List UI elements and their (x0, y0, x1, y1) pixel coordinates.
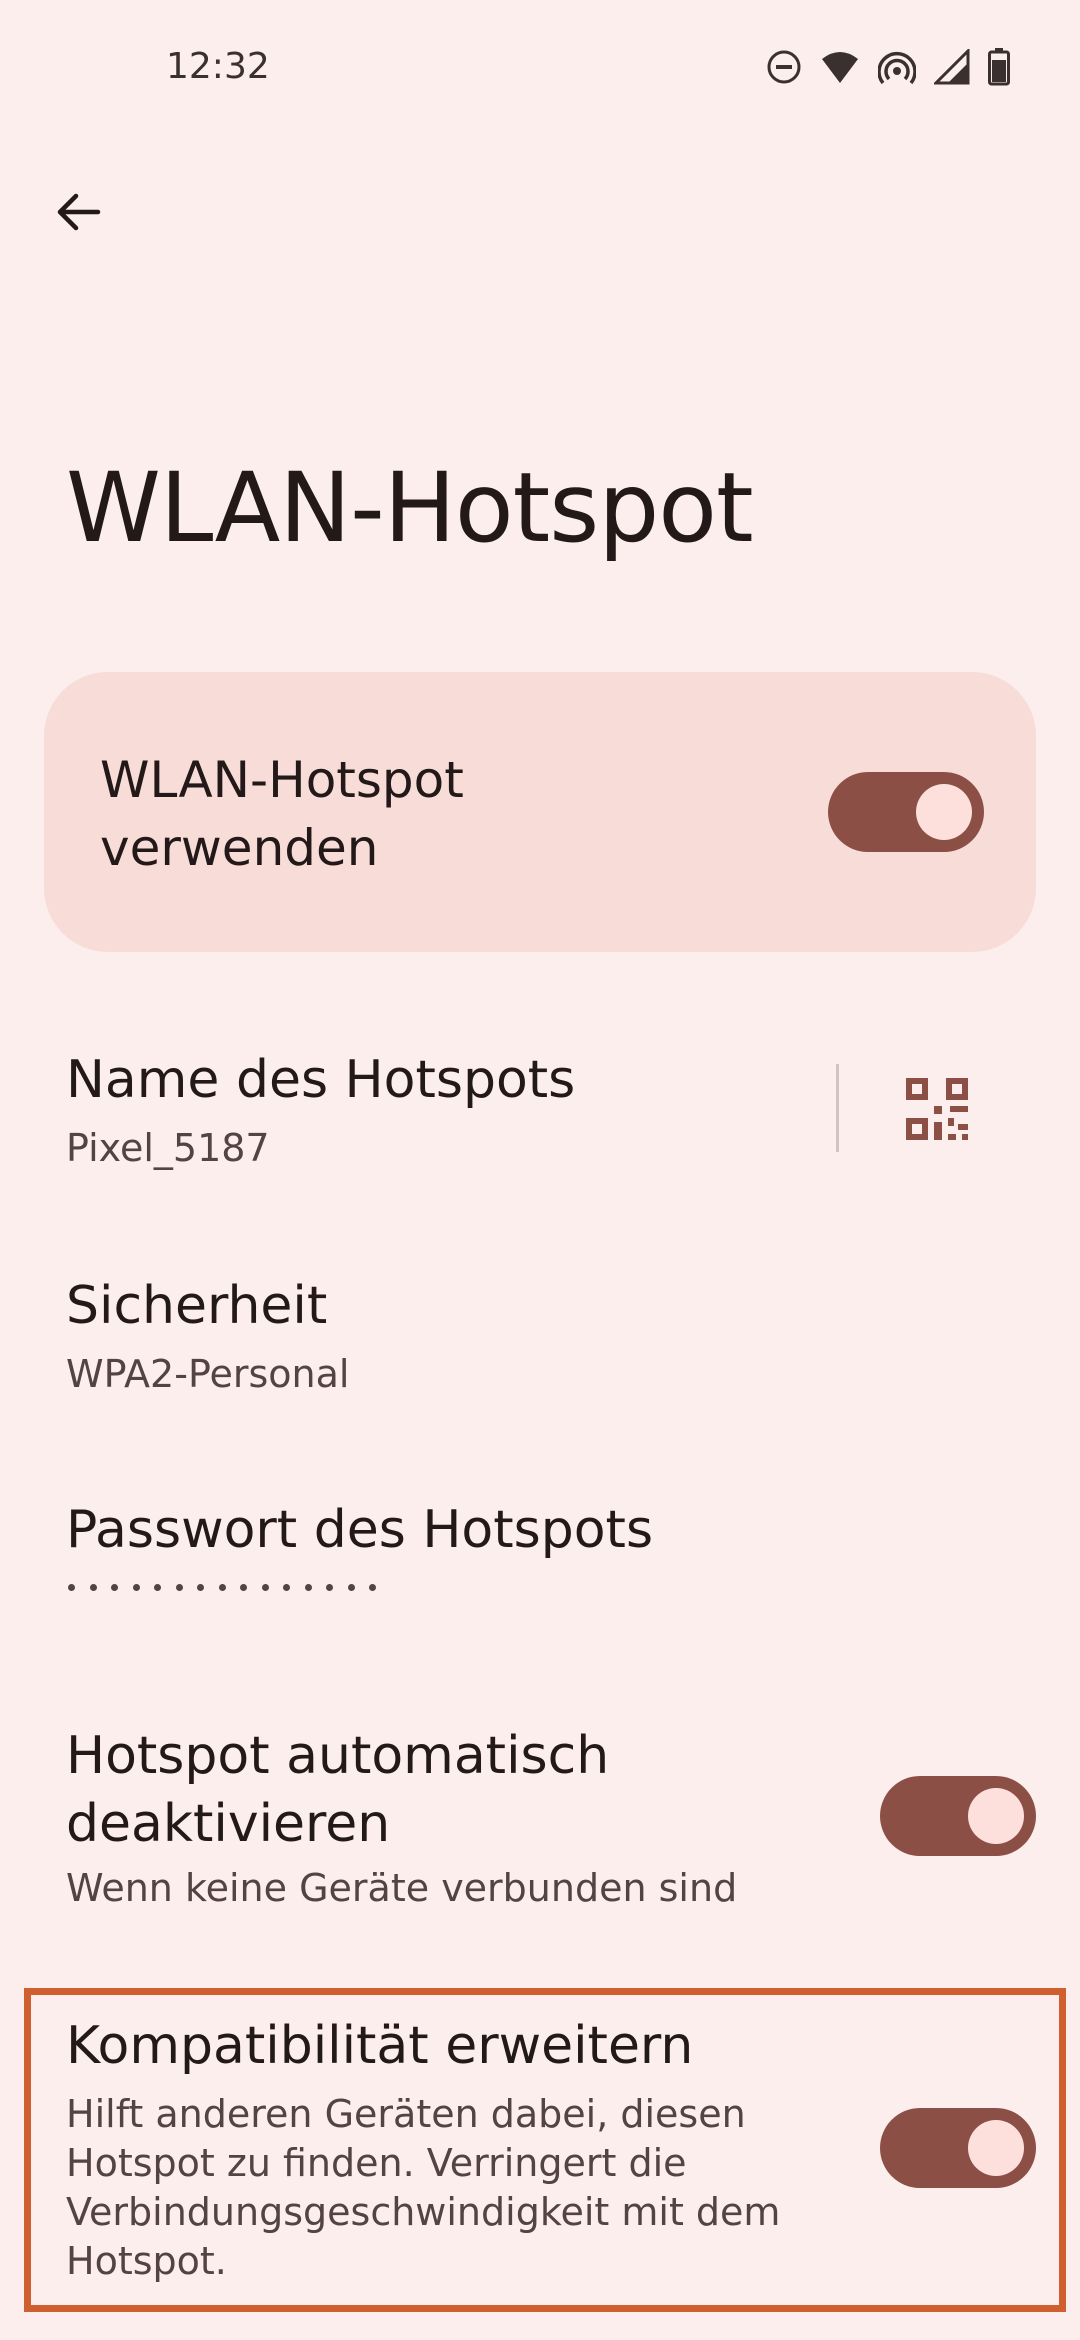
password-dot (89, 1584, 97, 1591)
auto-off-title-line2: deaktivieren (66, 1794, 391, 1854)
compatibility-subtitle-line: Hotspot zu finden. Verringert die (66, 2141, 687, 2185)
status-icons (766, 48, 1010, 86)
battery-icon (988, 48, 1010, 86)
password-dot (347, 1584, 355, 1591)
compatibility-toggle-switch[interactable] (880, 2108, 1036, 2188)
qr-code-button[interactable] (906, 1078, 968, 1140)
password-dot (218, 1584, 226, 1591)
security-title: Sicherheit (66, 1276, 328, 1336)
auto-off-toggle-switch[interactable] (880, 1776, 1036, 1856)
password-dot (197, 1584, 204, 1591)
toggle-knob (968, 1788, 1024, 1844)
password-title: Passwort des Hotspots (66, 1500, 654, 1560)
toggle-knob (916, 784, 972, 840)
password-dot (261, 1584, 269, 1591)
compatibility-subtitle: Hilft anderen Geräten dabei, diesen Hots… (66, 2090, 780, 2286)
back-button[interactable] (40, 176, 116, 252)
password-dot (369, 1584, 376, 1591)
password-dot (240, 1584, 247, 1591)
password-dot (111, 1584, 118, 1591)
toggle-knob (968, 2120, 1024, 2176)
row-divider (836, 1064, 839, 1152)
compatibility-subtitle-line: Verbindungsgeschwindigkeit mit dem (66, 2190, 781, 2234)
hotspot-name-title: Name des Hotspots (66, 1050, 576, 1110)
arrow-back-icon (54, 188, 102, 240)
master-toggle-switch[interactable] (828, 772, 984, 852)
security-value: WPA2-Personal (66, 1352, 350, 1396)
password-dot (132, 1584, 140, 1591)
password-dot (283, 1584, 290, 1591)
do-not-disturb-icon (766, 49, 802, 85)
auto-off-title: Hotspot automatisch deaktivieren (66, 1722, 609, 1858)
password-dot (175, 1584, 183, 1591)
cell-signal-icon (934, 49, 970, 85)
password-dot (68, 1584, 75, 1591)
compatibility-subtitle-line: Hotspot. (66, 2239, 227, 2283)
auto-off-subtitle: Wenn keine Geräte verbunden sind (66, 1866, 738, 1910)
password-masked-value (68, 1584, 376, 1591)
password-dot (154, 1584, 161, 1591)
password-dot (326, 1584, 333, 1591)
status-bar: 12:32 (0, 0, 1080, 140)
hotspot-master-switch-card[interactable]: WLAN-Hotspot verwenden (44, 672, 1036, 952)
password-dot (304, 1584, 312, 1591)
hotspot-name-value: Pixel_5187 (66, 1126, 270, 1170)
compatibility-subtitle-line: Hilft anderen Geräten dabei, diesen (66, 2092, 746, 2136)
hotspot-icon (878, 49, 916, 85)
page-title: WLAN-Hotspot (66, 452, 754, 564)
qr-code-icon (906, 1078, 968, 1144)
compatibility-title: Kompatibilität erweitern (66, 2016, 694, 2076)
master-switch-label: WLAN-Hotspot verwenden (100, 751, 464, 877)
wifi-icon (820, 49, 860, 85)
status-time: 12:32 (166, 46, 270, 87)
auto-off-title-line1: Hotspot automatisch (66, 1726, 610, 1786)
